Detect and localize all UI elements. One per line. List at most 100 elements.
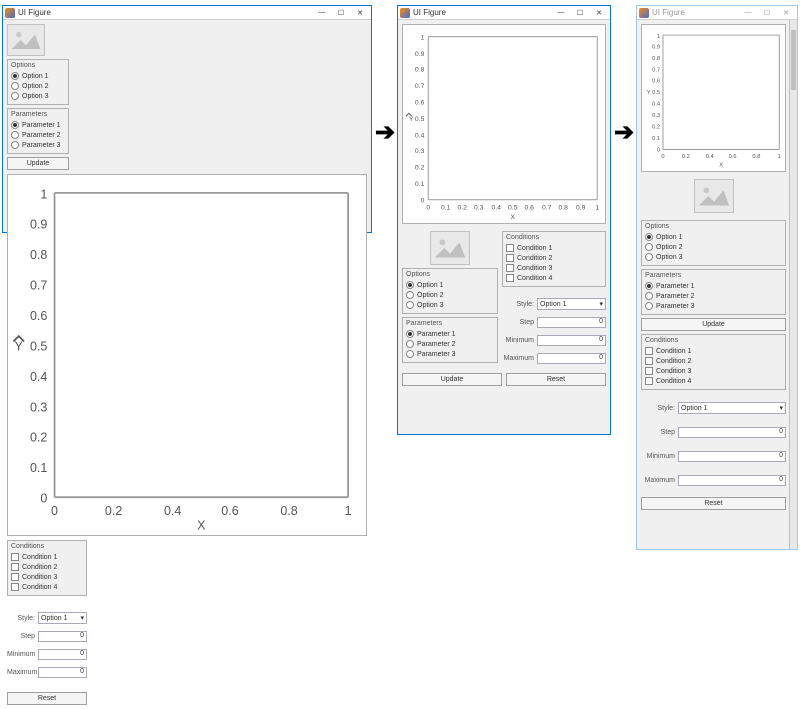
step-input[interactable]: 0 xyxy=(38,631,87,642)
window-narrow: UI Figure —☐✕ 00.10.20.30.40.50.60.70.80… xyxy=(636,5,798,550)
plot-area: 00.10.20.30.40.50.60.70.80.91 00.10.20.3… xyxy=(402,24,606,224)
reset-button[interactable]: Reset xyxy=(641,497,786,510)
svg-text:0.4: 0.4 xyxy=(415,133,425,140)
svg-text:0.8: 0.8 xyxy=(415,67,425,74)
param-3[interactable]: Parameter 3 xyxy=(11,140,65,150)
svg-text:0: 0 xyxy=(51,504,58,518)
svg-text:0.7: 0.7 xyxy=(30,279,47,293)
min-input[interactable]: 0 xyxy=(537,335,606,346)
chevron-down-icon: ▾ xyxy=(80,614,84,622)
step-input[interactable]: 0 xyxy=(678,427,786,438)
cond-2[interactable]: Condition 2 xyxy=(506,253,602,263)
cond-4[interactable]: Condition 4 xyxy=(645,376,782,386)
svg-text:0.1: 0.1 xyxy=(30,461,47,475)
param-1[interactable]: Parameter 1 xyxy=(645,281,782,291)
svg-text:1: 1 xyxy=(345,504,352,518)
svg-text:0.2: 0.2 xyxy=(458,204,468,211)
style-select[interactable]: Option 1▾ xyxy=(678,402,786,414)
style-select[interactable]: Option 1▾ xyxy=(537,298,606,310)
update-button[interactable]: Update xyxy=(641,318,786,331)
svg-text:0.5: 0.5 xyxy=(30,339,47,353)
svg-text:0.6: 0.6 xyxy=(652,79,660,85)
svg-text:0: 0 xyxy=(421,198,425,205)
option-1[interactable]: Option 1 xyxy=(406,280,494,290)
option-2[interactable]: Option 2 xyxy=(11,81,65,91)
close-button[interactable]: ✕ xyxy=(351,7,369,19)
cond-2[interactable]: Condition 2 xyxy=(11,562,83,572)
chevron-down-icon: ▾ xyxy=(599,300,603,308)
param-2[interactable]: Parameter 2 xyxy=(406,339,494,349)
cond-3[interactable]: Condition 3 xyxy=(645,366,782,376)
minimize-button[interactable]: — xyxy=(739,7,757,19)
cond-2[interactable]: Condition 2 xyxy=(645,356,782,366)
maximize-button[interactable]: ☐ xyxy=(758,7,776,19)
app-icon xyxy=(400,8,410,18)
svg-text:0.6: 0.6 xyxy=(221,504,238,518)
min-input[interactable]: 0 xyxy=(678,451,786,462)
svg-text:X: X xyxy=(510,214,515,221)
svg-text:0.8: 0.8 xyxy=(280,504,297,518)
plot-area: 00.10.20.30.40.50.60.70.80.91 00.20.40.6… xyxy=(7,174,367,536)
svg-text:0.7: 0.7 xyxy=(542,204,552,211)
max-input[interactable]: 0 xyxy=(38,667,87,678)
param-2[interactable]: Parameter 2 xyxy=(645,291,782,301)
svg-text:Y: Y xyxy=(15,339,24,353)
arrow-icon: ➔ xyxy=(614,118,634,147)
update-button[interactable]: Update xyxy=(402,373,502,386)
window-title: UI Figure xyxy=(18,8,313,17)
option-2[interactable]: Option 2 xyxy=(645,242,782,252)
cond-1[interactable]: Condition 1 xyxy=(645,346,782,356)
image-placeholder xyxy=(430,231,470,265)
titlebar: UI Figure —☐✕ xyxy=(398,6,610,20)
minimize-button[interactable]: — xyxy=(552,7,570,19)
option-3[interactable]: Option 3 xyxy=(11,91,65,101)
svg-text:1: 1 xyxy=(595,204,599,211)
svg-text:0.6: 0.6 xyxy=(30,309,47,323)
reset-button[interactable]: Reset xyxy=(7,692,87,705)
step-input[interactable]: 0 xyxy=(537,317,606,328)
maximize-button[interactable]: ☐ xyxy=(571,7,589,19)
cond-1[interactable]: Condition 1 xyxy=(11,552,83,562)
cond-3[interactable]: Condition 3 xyxy=(11,572,83,582)
min-input[interactable]: 0 xyxy=(38,649,87,660)
cond-1[interactable]: Condition 1 xyxy=(506,243,602,253)
reset-button[interactable]: Reset xyxy=(506,373,606,386)
svg-text:1: 1 xyxy=(40,187,47,201)
max-input[interactable]: 0 xyxy=(537,353,606,364)
scrollbar[interactable] xyxy=(789,20,797,549)
option-2[interactable]: Option 2 xyxy=(406,290,494,300)
style-select[interactable]: Option 1▾ xyxy=(38,612,87,624)
svg-text:0.5: 0.5 xyxy=(415,116,425,123)
param-1[interactable]: Parameter 1 xyxy=(406,329,494,339)
param-2[interactable]: Parameter 2 xyxy=(11,130,65,140)
cond-4[interactable]: Condition 4 xyxy=(506,273,602,283)
image-placeholder xyxy=(694,179,734,213)
close-button[interactable]: ✕ xyxy=(590,7,608,19)
param-1[interactable]: Parameter 1 xyxy=(11,120,65,130)
update-button[interactable]: Update xyxy=(7,157,69,170)
option-1[interactable]: Option 1 xyxy=(11,71,65,81)
svg-text:0.7: 0.7 xyxy=(652,67,660,73)
window-title: UI Figure xyxy=(413,8,552,17)
option-1[interactable]: Option 1 xyxy=(645,232,782,242)
max-input[interactable]: 0 xyxy=(678,475,786,486)
svg-text:0: 0 xyxy=(661,154,664,160)
close-button[interactable]: ✕ xyxy=(777,7,795,19)
option-3[interactable]: Option 3 xyxy=(406,300,494,310)
svg-text:0.8: 0.8 xyxy=(652,56,660,62)
params-panel: Parameters Parameter 1 Parameter 2 Param… xyxy=(641,269,786,315)
param-3[interactable]: Parameter 3 xyxy=(645,301,782,311)
arrow-icon: ➔ xyxy=(375,118,395,147)
svg-text:0.5: 0.5 xyxy=(652,90,660,96)
cond-4[interactable]: Condition 4 xyxy=(11,582,83,592)
option-3[interactable]: Option 3 xyxy=(645,252,782,262)
svg-text:0.8: 0.8 xyxy=(30,248,47,262)
svg-text:0.3: 0.3 xyxy=(474,204,484,211)
scroll-thumb[interactable] xyxy=(791,30,796,90)
param-3[interactable]: Parameter 3 xyxy=(406,349,494,359)
svg-text:0: 0 xyxy=(40,492,47,506)
svg-text:0.9: 0.9 xyxy=(415,51,425,58)
cond-3[interactable]: Condition 3 xyxy=(506,263,602,273)
minimize-button[interactable]: — xyxy=(313,7,331,19)
maximize-button[interactable]: ☐ xyxy=(332,7,350,19)
